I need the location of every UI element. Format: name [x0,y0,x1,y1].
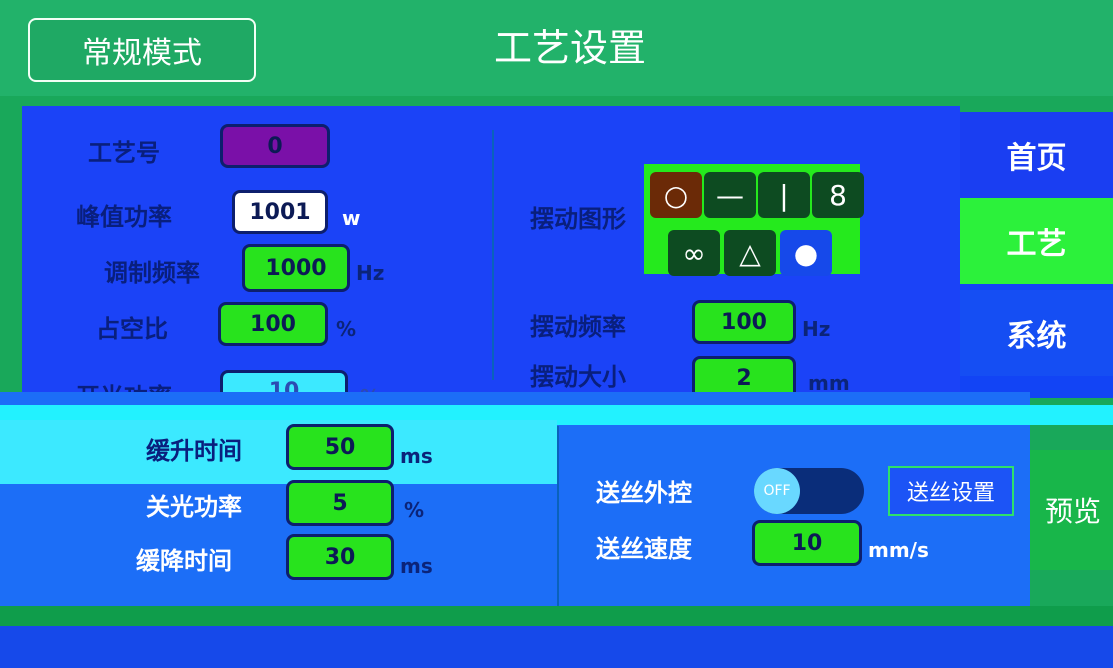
ramp-down-time-label: 缓降时间 [136,546,232,575]
wobble-frequency-unit: Hz [802,317,831,341]
vertical-line-icon: | [779,178,789,212]
modulation-frequency-field[interactable]: 1000 [242,244,350,292]
figure-eight-shape-button[interactable]: 8 [812,172,864,218]
close-light-power-field[interactable]: 5 [286,480,394,526]
peak-power-label: 峰值功率 [76,202,172,231]
modulation-frequency-label: 调制频率 [104,258,200,287]
duty-cycle-field[interactable]: 100 [218,302,328,346]
triangle-icon: △ [739,236,761,270]
wobble-frequency-field[interactable]: 100 [692,300,796,344]
ramp-down-time-unit: ms [400,554,433,578]
wire-external-label: 送丝外控 [596,478,692,507]
panel-divider [492,130,494,380]
page-title: 工艺设置 [493,26,646,70]
process-number-label: 工艺号 [88,138,160,167]
dot-shape-button[interactable]: ● [780,230,832,276]
peak-power-field[interactable]: 1001 [232,190,328,234]
duty-cycle-label: 占空比 [96,314,168,343]
ramp-down-time-field[interactable]: 30 [286,534,394,580]
mode-button[interactable]: 常规模式 [28,18,256,82]
nav-system-button[interactable]: 系统 [960,290,1113,376]
wire-speed-label: 送丝速度 [596,534,692,563]
triangle-shape-button[interactable]: △ [724,230,776,276]
close-light-power-label: 关光功率 [146,492,242,521]
infinity-icon: ∞ [682,236,706,270]
lower-divider [557,426,559,606]
nav-home-button[interactable]: 首页 [960,112,1113,198]
vertical-line-shape-button[interactable]: | [758,172,810,218]
dot-icon: ● [793,236,819,270]
wire-settings-button[interactable]: 送丝设置 [888,466,1014,516]
peak-power-unit: w [342,206,361,230]
infinity-shape-button[interactable]: ∞ [668,230,720,276]
preview-button[interactable]: 预览 [1030,450,1113,570]
wire-speed-field[interactable]: 10 [752,520,862,566]
wobble-size-label: 摆动大小 [530,362,626,391]
horizontal-line-icon: — [716,178,744,212]
figure-eight-icon: 8 [829,178,847,212]
circle-icon: ○ [663,178,689,212]
wobble-frequency-label: 摆动频率 [530,312,626,341]
ramp-up-time-unit: ms [400,444,433,468]
bottom-strip [0,626,1113,668]
ramp-up-time-field[interactable]: 50 [286,424,394,470]
process-number-field[interactable]: 0 [220,124,330,168]
toggle-state: OFF [754,468,800,514]
ramp-up-time-label: 缓升时间 [146,436,242,465]
nav-process-button[interactable]: 工艺 [960,198,1113,284]
close-light-power-unit: % [404,498,425,522]
duty-cycle-unit: % [336,317,357,341]
wire-external-toggle[interactable]: OFF [754,468,864,514]
circle-shape-button[interactable]: ○ [650,172,702,218]
modulation-frequency-unit: Hz [356,261,385,285]
wire-speed-unit: mm/s [868,538,929,562]
line-shape-button[interactable]: — [704,172,756,218]
